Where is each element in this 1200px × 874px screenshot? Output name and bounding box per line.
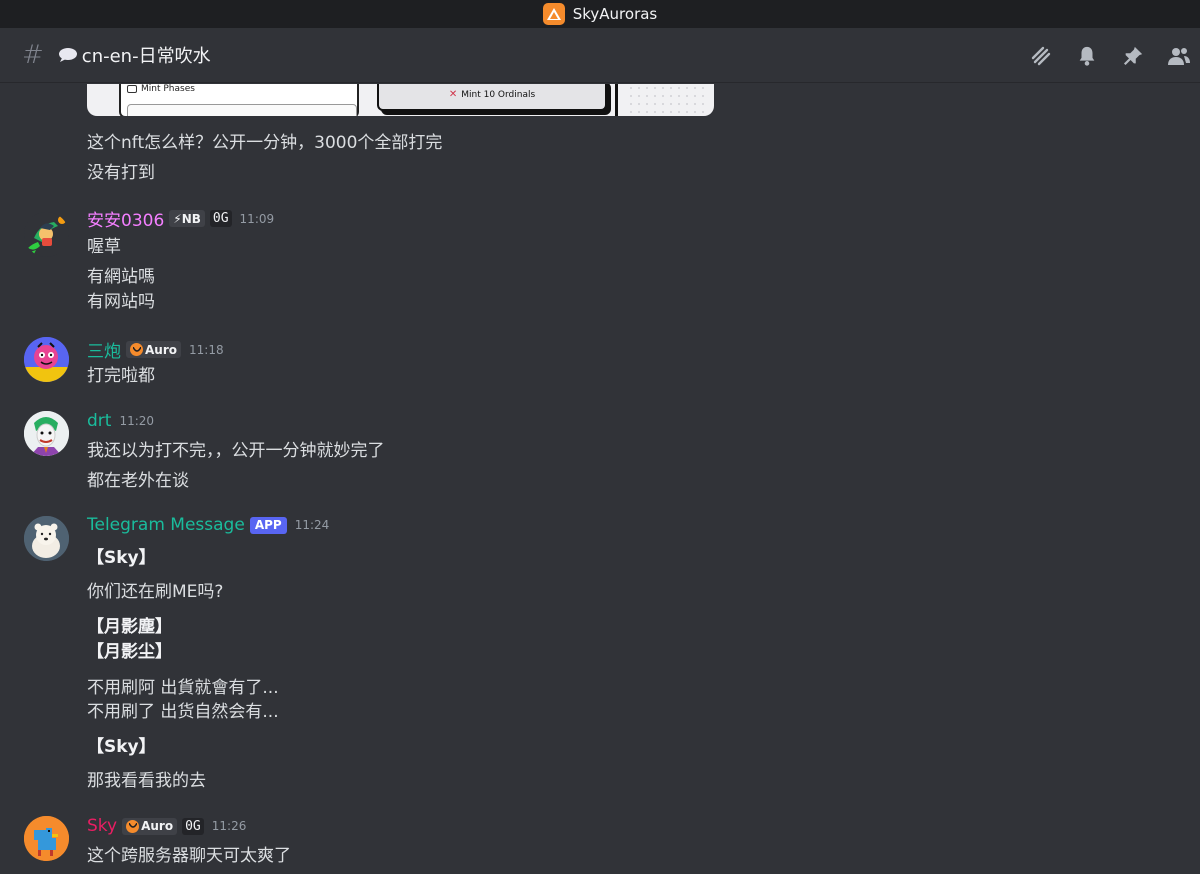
- message-header: 安安0306 ⚡NB 0G 11:09: [87, 206, 274, 231]
- message-text: 这个nft怎么样？公开一分钟，3000个全部打完: [87, 133, 443, 153]
- timestamp[interactable]: 11:18: [189, 343, 224, 357]
- avatar[interactable]: [24, 212, 69, 257]
- header-toolbar: [1028, 28, 1200, 83]
- message-text: 那我看看我的去: [87, 771, 206, 791]
- avatar[interactable]: [24, 337, 69, 382]
- speech-bubble-icon: [58, 48, 77, 62]
- timestamp[interactable]: 11:20: [119, 414, 154, 428]
- skyauroras-logo-icon: [542, 3, 565, 25]
- message-text: 【月影塵】: [87, 617, 172, 637]
- channel-hash-icon: #: [22, 40, 44, 70]
- calendar-icon: [127, 85, 137, 93]
- embed-phases-label: Mint Phases: [141, 84, 195, 94]
- channel-header: # cn-en-日常吹水: [0, 28, 1200, 83]
- embed-divider: [615, 84, 618, 116]
- window-title: SkyAuroras: [572, 5, 658, 23]
- auro-logo-icon: [126, 819, 140, 833]
- role-tag[interactable]: ⚡NB: [169, 210, 205, 227]
- message-text: 不用刷了 出货自然会有...: [87, 702, 279, 722]
- role-tag-label: Auro: [141, 819, 174, 833]
- message-text: 【Sky】: [87, 548, 156, 568]
- message-header: 三炮 Auro 11:18: [87, 337, 224, 362]
- embed-dot-pattern: [627, 84, 707, 116]
- username[interactable]: Sky: [87, 816, 117, 836]
- channel-name: cn-en-日常吹水: [81, 46, 211, 67]
- role-tag[interactable]: Auro: [126, 341, 181, 358]
- embed-mint-button: ✕ Mint 10 Ordinals: [377, 84, 607, 111]
- timestamp[interactable]: 11:24: [295, 518, 330, 532]
- message-list[interactable]: Mint Phases ✕ Mint 10 Ordinals 这个nft怎么样？…: [0, 84, 1200, 874]
- cross-icon: ✕: [448, 89, 458, 100]
- notification-bell-icon[interactable]: [1074, 43, 1100, 69]
- role-tag-label: Auro: [145, 342, 177, 357]
- message-text: 没有打到: [87, 163, 155, 183]
- message-text: 不用刷阿 出貨就會有了...: [87, 678, 279, 698]
- message-text: 【月影尘】: [87, 642, 172, 662]
- username[interactable]: drt: [87, 411, 111, 431]
- nft-embed-image[interactable]: Mint Phases ✕ Mint 10 Ordinals: [87, 84, 714, 116]
- timestamp[interactable]: 11:26: [212, 819, 247, 833]
- message-text: 有网站吗: [87, 292, 155, 312]
- embed-subcard: [127, 104, 357, 116]
- message-text: 都在老外在谈: [87, 471, 189, 491]
- message-header: Telegram Message APP 11:24: [87, 515, 329, 535]
- message-text: 【Sky】: [87, 737, 156, 757]
- threads-icon[interactable]: [1028, 43, 1054, 69]
- message-text: 喔草: [87, 237, 121, 257]
- message-header: drt 11:20: [87, 411, 154, 431]
- og-tag[interactable]: 0G: [209, 210, 232, 227]
- timestamp[interactable]: 11:09: [240, 212, 275, 226]
- message-text: 打完啦都: [87, 366, 155, 386]
- avatar[interactable]: [24, 411, 69, 456]
- message-text: 这个跨服务器聊天可太爽了: [87, 846, 291, 866]
- message-text: 你们还在刷ME吗?: [87, 582, 224, 602]
- username[interactable]: Telegram Message: [87, 515, 245, 535]
- avatar[interactable]: [24, 816, 69, 861]
- app-badge: APP: [249, 516, 287, 534]
- member-list-icon[interactable]: [1166, 43, 1192, 69]
- embed-mint-phases: Mint Phases: [127, 84, 195, 94]
- message-text: 有網站嗎: [87, 267, 155, 287]
- pinned-messages-icon[interactable]: [1120, 43, 1146, 69]
- role-tag[interactable]: Auro: [122, 817, 178, 835]
- message-text: 我还以为打不完，，公开一分钟就妙完了: [87, 441, 385, 461]
- username[interactable]: 三炮: [87, 337, 121, 362]
- window-titlebar: SkyAuroras: [0, 0, 1200, 28]
- embed-mint-button-label: Mint 10 Ordinals: [461, 89, 536, 100]
- auro-logo-icon: [130, 343, 143, 356]
- avatar[interactable]: [24, 516, 69, 561]
- message-header: Sky Auro 0G 11:26: [87, 816, 246, 836]
- og-tag[interactable]: 0G: [182, 817, 204, 835]
- username[interactable]: 安安0306: [87, 206, 164, 231]
